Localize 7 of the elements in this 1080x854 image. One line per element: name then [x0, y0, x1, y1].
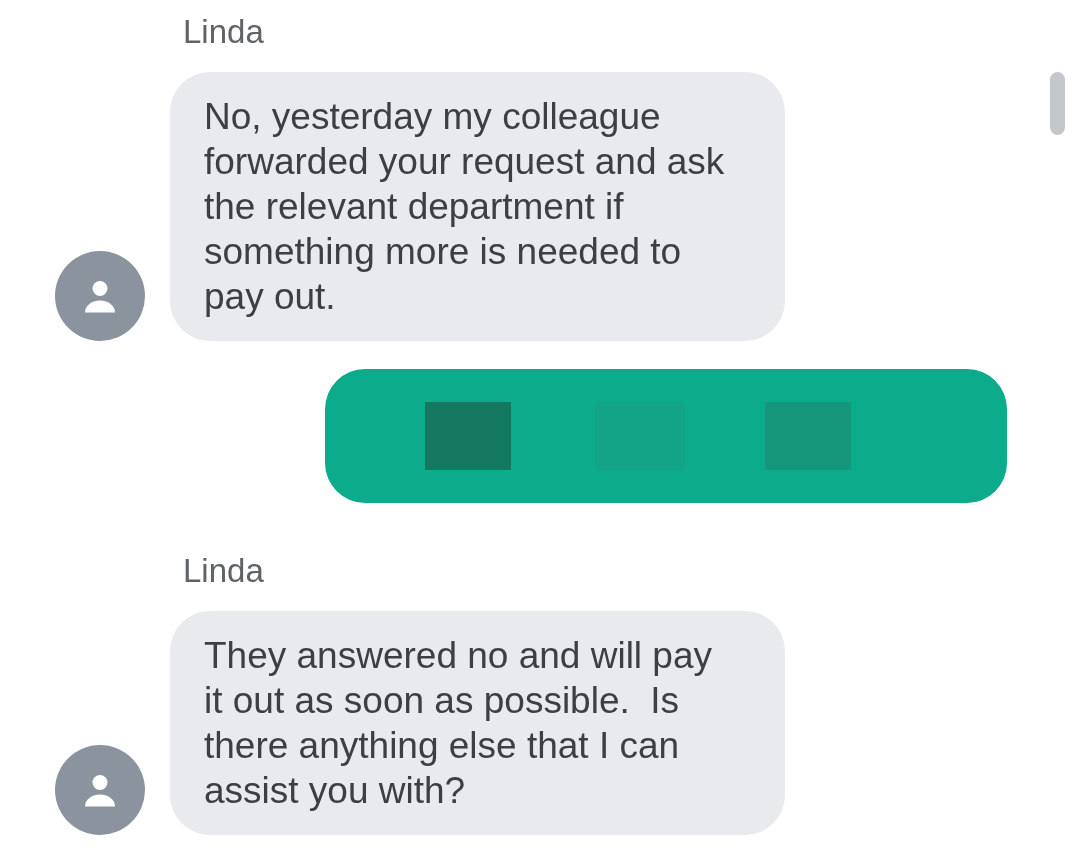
person-icon: [82, 278, 118, 314]
message-bubble: They answered no and will pay it out as soon as possible. Is there anything else that I can assist you with?: [170, 611, 785, 835]
message-bubble: No, yesterday my colleague forwarded your request and ask the relevant department if something more is needed to pay out.: [170, 72, 785, 341]
sender-name: Linda: [183, 12, 264, 52]
person-icon: [82, 772, 118, 808]
scrollbar-thumb[interactable]: [1050, 72, 1065, 135]
sender-name: Linda: [183, 551, 264, 591]
